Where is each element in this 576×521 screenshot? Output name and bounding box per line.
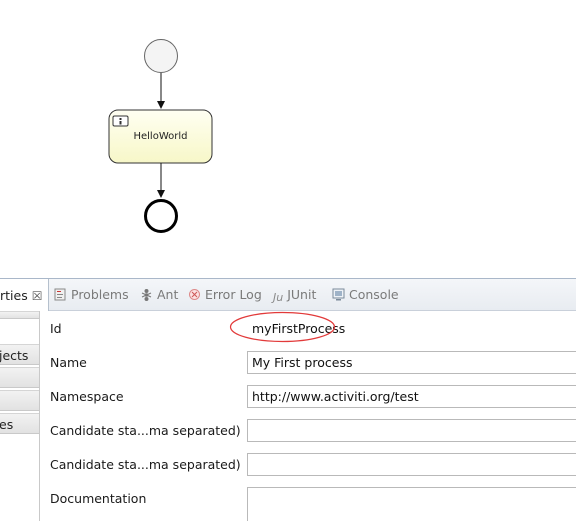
name-label: Name — [50, 355, 87, 370]
error-log-icon — [188, 286, 201, 300]
task-type-icon — [112, 115, 129, 127]
console-icon — [332, 286, 345, 301]
tab-ant[interactable]: Ant — [140, 284, 178, 306]
close-icon[interactable]: ☒ — [32, 279, 43, 313]
views-panel: rties ☒ Problems Ant Error Log JuJUnit — [0, 278, 576, 521]
start-event[interactable] — [144, 39, 178, 73]
tab-console[interactable]: Console — [332, 284, 399, 306]
junit-icon: Ju — [273, 291, 284, 304]
tab-problems-label: Problems — [71, 287, 129, 302]
properties-category-list: jects es — [0, 311, 40, 521]
category-item-properties[interactable]: es — [0, 413, 39, 434]
ant-icon — [140, 286, 153, 301]
tab-error-log-label: Error Log — [205, 287, 262, 302]
candidate-starter-users-field[interactable] — [247, 419, 576, 442]
id-field[interactable]: myFirstProcess — [247, 317, 576, 340]
category-item-objects[interactable]: jects — [0, 344, 39, 365]
documentation-label: Documentation — [50, 491, 147, 506]
task-label: HelloWorld — [133, 131, 188, 142]
namespace-field[interactable]: http://www.activiti.org/test — [247, 385, 576, 408]
tab-ant-label: Ant — [157, 287, 179, 302]
tab-console-label: Console — [349, 287, 399, 302]
problems-icon — [54, 286, 67, 301]
end-event[interactable] — [144, 199, 178, 233]
tab-problems[interactable]: Problems — [54, 284, 129, 306]
documentation-field[interactable] — [247, 487, 576, 521]
candidate-starter-groups-field[interactable] — [247, 453, 576, 476]
tab-error-log[interactable]: Error Log — [188, 284, 262, 306]
category-item[interactable] — [0, 311, 39, 319]
namespace-label: Namespace — [50, 389, 124, 404]
view-tab-bar: rties ☒ Problems Ant Error Log JuJUnit — [0, 278, 576, 311]
diagram-svg — [108, 39, 213, 233]
tab-junit-label: JUnit — [287, 287, 317, 302]
diagram-canvas[interactable]: HelloWorld — [0, 0, 576, 278]
app-root: HelloWorld rties ☒ Problems Ant Error Log — [0, 0, 576, 521]
category-item[interactable] — [0, 367, 39, 388]
tab-properties-label: rties — [0, 288, 28, 303]
candidate-starter-users-label: Candidate sta...ma separated) — [50, 423, 241, 438]
id-label: Id — [50, 321, 62, 336]
tab-junit[interactable]: Ju JUnit — [273, 284, 316, 306]
tab-properties[interactable]: rties ☒ — [0, 279, 50, 313]
name-field[interactable]: My First process — [247, 351, 576, 374]
category-item[interactable] — [0, 390, 39, 411]
candidate-starter-groups-label: Candidate sta...ma separated) — [50, 457, 241, 472]
